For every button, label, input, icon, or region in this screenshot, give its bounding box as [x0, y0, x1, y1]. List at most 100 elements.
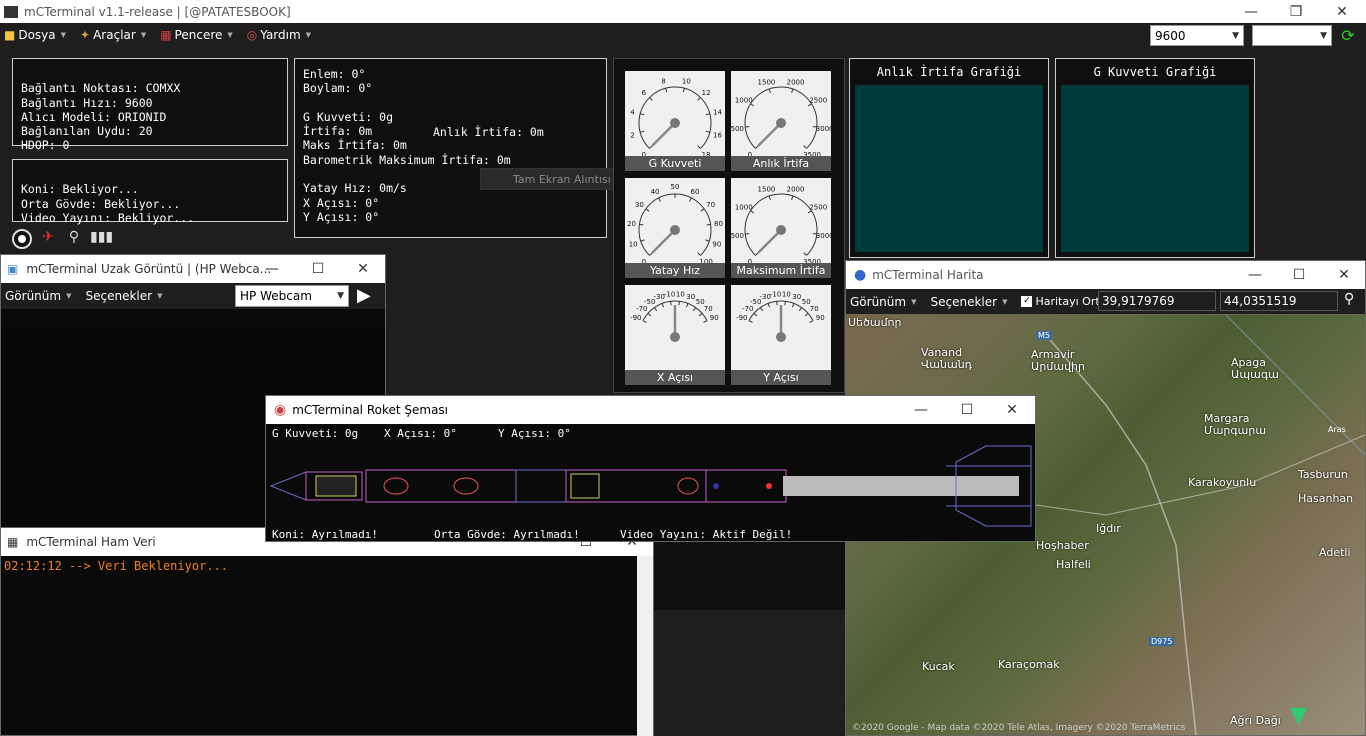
- webcam-menu-gorunum[interactable]: Görünüm ▼: [1, 289, 75, 303]
- conn-speed: Bağlantı Hızı: 9600: [21, 95, 153, 110]
- gauge-tick-label: 2500: [809, 204, 827, 212]
- close-button[interactable]: ✕: [1319, 0, 1365, 23]
- map-place-label: Karaçomak: [998, 658, 1060, 671]
- gauge-tick-label: 6: [642, 89, 647, 97]
- altitude-plot: [855, 85, 1043, 252]
- gauge-tick-label: -70: [742, 305, 753, 313]
- gauge-6: -90 -70 -50 -30 -10 10 30 50 70 90 Y Açısı: [731, 285, 831, 385]
- gauge-tick-label: 10: [629, 241, 638, 249]
- folder-icon: ■: [4, 28, 16, 42]
- map-place-sublabel: Մարգարա: [1204, 424, 1267, 437]
- gauge-tick-label: 70: [810, 305, 819, 313]
- play-icon[interactable]: ▶: [357, 285, 371, 306]
- lon-input[interactable]: 44,0351519: [1220, 291, 1338, 311]
- map-maximize[interactable]: ☐: [1276, 263, 1322, 286]
- webcam-maximize[interactable]: ☐: [295, 257, 341, 280]
- gauge-tick-label: 1500: [758, 185, 776, 193]
- gauge-tick-label: 20: [627, 220, 636, 228]
- gauge-tick-label: -10: [664, 290, 675, 298]
- gauge-tick-label: 90: [712, 241, 721, 249]
- raw-scrollbar[interactable]: [637, 556, 653, 736]
- map-place-label: Halfeli: [1056, 558, 1091, 571]
- raw-data-window: ▦ mCTerminal Ham Veri ☐ ✕ 02:12:12 --> V…: [0, 527, 654, 736]
- window-icon: ▦: [160, 28, 172, 42]
- rocket-koni: Koni: Ayrılmadı!: [272, 528, 378, 541]
- maximize-button[interactable]: ❐: [1273, 0, 1319, 23]
- gauge-1: 0 2 4 6 8 10 12 14 16 18 G Kuvveti: [625, 71, 725, 171]
- map-close[interactable]: ✕: [1321, 263, 1366, 286]
- baud-select[interactable]: 9600 ▼: [1150, 25, 1244, 46]
- gauge-tick-label: 50: [671, 183, 680, 191]
- rocket-maximize[interactable]: ☐: [944, 398, 990, 421]
- gauge-label: Maksimum İrtifa: [731, 263, 831, 278]
- rocket-window-icon: ◉: [274, 402, 287, 418]
- gauge-label: Anlık İrtifa: [731, 156, 831, 171]
- map-place-label: Tasburun: [1298, 468, 1348, 481]
- gauge-tick-label: 4: [630, 109, 635, 117]
- map-pin-icon: ●: [854, 267, 867, 283]
- map-minimize[interactable]: —: [1232, 263, 1278, 286]
- gauge-tick-label: 30: [686, 293, 695, 301]
- gauge-tick-label: 8: [661, 77, 665, 85]
- webcam-close[interactable]: ✕: [340, 257, 386, 280]
- conn-port: Bağlantı Noktası: COMXX: [21, 81, 181, 96]
- tel-irtifa: İrtifa: 0m: [303, 124, 373, 139]
- map-place-label: Karakoyunlu: [1188, 476, 1257, 489]
- rocket-close[interactable]: ✕: [989, 398, 1035, 421]
- lifebuoy-icon: ◎: [246, 28, 258, 42]
- gauge-label: G Kuvveti: [625, 156, 725, 171]
- raw-icon: ▦: [7, 535, 19, 549]
- rocket-window: ◉ mCTerminal Roket Şeması — ☐ ✕ G Kuvvet…: [265, 395, 1036, 542]
- tooltip: Tam Ekran Alıntısı: [480, 168, 630, 190]
- map-place-label: Ağrı Dağı: [1230, 714, 1281, 727]
- gauge-dial: 02468 1012141618: [630, 77, 722, 159]
- map-place-sublabel: Վանանդ: [921, 358, 972, 371]
- rocket-icon[interactable]: ✈: [38, 229, 58, 249]
- record-button[interactable]: [12, 229, 32, 249]
- webcam-minimize[interactable]: —: [249, 257, 295, 280]
- menu-yardim[interactable]: ◎ Yardım ▼: [243, 28, 315, 42]
- gauge-dial: -90-70-50-30-10 10 30507090: [630, 290, 719, 342]
- gauge-tick-label: 12: [702, 89, 711, 97]
- camera-select[interactable]: HP Webcam ▼: [235, 285, 349, 307]
- conn-hdop: HDOP: 0: [21, 138, 70, 153]
- gauge-tick-label: 2000: [787, 78, 805, 86]
- map-menu-gorunum[interactable]: Görünüm ▼: [846, 295, 920, 309]
- gauge-tick-label: 10: [782, 290, 791, 298]
- gauge-tick-label: 90: [710, 314, 719, 322]
- webcam-menu-secenekler[interactable]: Seçenekler ▼: [81, 289, 166, 303]
- map-title: mCTerminal Harita: [872, 268, 984, 282]
- gauge-tick-label: 3000: [816, 232, 831, 240]
- gauge-tick-label: -90: [630, 314, 641, 322]
- rocket-minimize[interactable]: —: [898, 398, 944, 421]
- lat-input[interactable]: 39,9179769: [1098, 291, 1216, 311]
- gauge-tick-label: 1000: [735, 204, 753, 212]
- tel-enlem: Enlem: 0°: [303, 67, 366, 81]
- map-marker-icon[interactable]: ▼: [1290, 703, 1310, 728]
- main-titlebar: mCTerminal v1.1-release | [@PATATESBOOK]…: [0, 0, 1366, 23]
- refresh-icon[interactable]: ⟳: [1338, 25, 1358, 46]
- main-title: mCTerminal v1.1-release | [@PATATESBOOK]: [24, 4, 291, 19]
- menu-araclar[interactable]: ✦ Araçlar ▼: [76, 28, 150, 42]
- altitude-graph: Anlık İrtifa Grafiği: [849, 58, 1049, 258]
- menu-pencere[interactable]: ▦ Pencere ▼: [156, 28, 237, 42]
- menu-dosya[interactable]: ■ Dosya ▼: [0, 28, 70, 42]
- gauge-tick-label: 80: [714, 220, 723, 228]
- satellite-icon[interactable]: ⚲: [64, 229, 84, 249]
- altitude-graph-title: Anlık İrtifa Grafiği: [876, 65, 1022, 79]
- gauge-tick-label: 500: [731, 232, 744, 240]
- rocket-title: mCTerminal Roket Şeması: [292, 403, 449, 417]
- gauge-tick-label: 70: [704, 305, 713, 313]
- gauge-tick-label: 60: [691, 188, 700, 196]
- gauge-2: 0500100015002000250030003500Anlık İrtifa: [731, 71, 834, 171]
- status-koni: Koni: Bekliyor...: [21, 182, 139, 197]
- gauge-tick-label: 2500: [809, 97, 827, 105]
- map-place-label: Apaga Ապագա: [1231, 356, 1279, 381]
- map-menu-secenekler[interactable]: Seçenekler ▼: [926, 295, 1011, 309]
- raw-title: mCTerminal Ham Veri: [26, 535, 156, 549]
- minimize-button[interactable]: —: [1228, 0, 1274, 23]
- location-icon[interactable]: ⚲: [1344, 291, 1354, 307]
- map-place-label: Margara Մարգարա: [1204, 412, 1267, 437]
- port-select[interactable]: ▼: [1252, 25, 1332, 46]
- waveform-icon[interactable]: ▮▮▮: [90, 229, 113, 249]
